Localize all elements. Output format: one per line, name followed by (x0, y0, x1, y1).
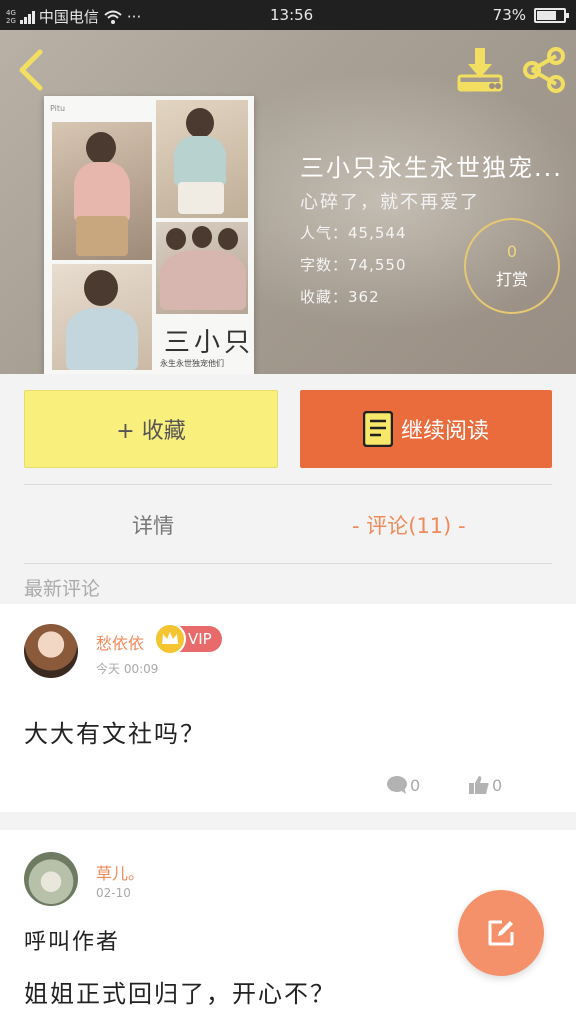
favorites-stat: 收藏：362 (300, 288, 380, 306)
status-time: 13:56 (270, 6, 314, 24)
more-indicator: ··· (126, 7, 142, 26)
cover-subtitle: 永生永世独宠他们 (160, 359, 224, 368)
carrier-name: 中国电信 (38, 8, 99, 26)
wifi-icon (104, 10, 122, 24)
comment-text: 大大有文社吗？ (24, 720, 206, 748)
add-favorite-button[interactable]: + 收藏 (24, 390, 278, 468)
book-cover[interactable]: Pitu 三小只 永生永世独宠他们 (44, 96, 254, 374)
latest-comments-label: 最新评论 (24, 578, 101, 600)
cover-photo-4 (156, 222, 248, 314)
comment-username[interactable]: 草儿。 (96, 860, 144, 884)
reward-label: 打赏 (495, 270, 528, 289)
reward-count: 0 (506, 242, 518, 261)
status-left: 4G 2G 中国电信 ··· (6, 6, 141, 27)
signal-icon (19, 10, 35, 24)
crown-icon (154, 623, 186, 655)
tab-bar: 详情 - 评论(11) - (0, 484, 576, 564)
network-type-bottom: 2G (6, 16, 16, 25)
write-comment-button[interactable] (458, 890, 544, 976)
tab-details[interactable]: 详情 (132, 510, 174, 540)
cover-photo-3 (52, 264, 152, 370)
cover-tag: Pitu (50, 104, 66, 113)
cover-photo-2 (156, 100, 248, 218)
comment-text: 姐姐正式回归了，开心不？ (24, 980, 336, 1008)
tab-comments[interactable]: - 评论(11) - (352, 510, 466, 540)
vip-label: VIP (188, 630, 212, 648)
word-count-stat: 字数：74,550 (300, 256, 407, 274)
thumbs-up-icon (469, 776, 489, 794)
book-icon (362, 411, 393, 447)
divider (24, 563, 552, 564)
comment-bubble-icon (387, 776, 407, 794)
book-title: 三小只永生永世独宠... (300, 154, 563, 182)
popularity-stat: 人气：45,544 (300, 224, 407, 242)
battery-icon (534, 7, 569, 23)
continue-reading-label: 继续阅读 (400, 419, 489, 444)
continue-reading-button[interactable]: 继续阅读 (300, 390, 552, 468)
comment-time: 今天 00:09 (96, 662, 159, 676)
comment-time: 02-10 (96, 886, 131, 900)
edit-icon (488, 920, 514, 946)
network-type: 4G 2G (6, 9, 16, 25)
download-icon[interactable] (456, 46, 504, 92)
vip-badge: VIP (154, 623, 222, 655)
avatar[interactable] (24, 624, 78, 678)
book-description: 心碎了，就不再爱了 (300, 192, 480, 213)
divider (24, 484, 552, 485)
avatar[interactable] (24, 852, 78, 906)
reply-count: 0 (410, 775, 421, 795)
reply-count-button[interactable]: 0 (386, 772, 420, 798)
network-type-top: 4G (6, 8, 16, 17)
book-header: Pitu 三小只 永生永世独宠他们 三小只永生永世独宠... 心碎了，就不再爱了… (0, 30, 576, 374)
comment-username[interactable]: 愁依依 (96, 630, 144, 654)
share-icon[interactable] (520, 46, 568, 94)
action-bar: + 收藏 继续阅读 (0, 374, 576, 484)
status-right: 73% (492, 6, 569, 24)
comment-text: 呼叫作者 (24, 930, 121, 955)
cover-photo-1 (52, 122, 152, 260)
comment-item: 愁依依 VIP 今天 00:09 大大有文社吗？ 0 0 (0, 604, 576, 812)
like-count-button[interactable]: 0 (468, 772, 502, 798)
cover-title: 三小只 (164, 328, 255, 358)
reward-button[interactable]: 0 打赏 (464, 218, 560, 314)
like-count: 0 (492, 775, 503, 795)
status-bar: 4G 2G 中国电信 ··· 13:56 73% (0, 0, 576, 30)
back-arrow-icon[interactable] (12, 48, 52, 92)
battery-percent: 73% (492, 6, 526, 24)
